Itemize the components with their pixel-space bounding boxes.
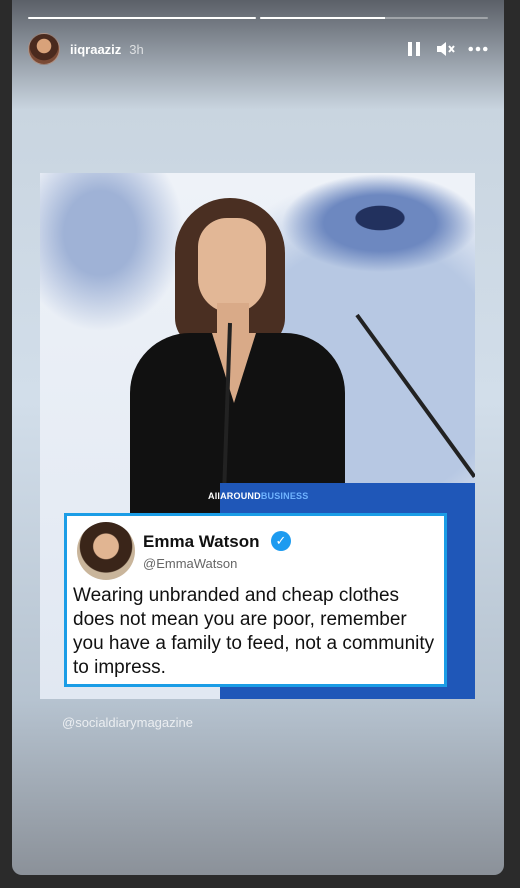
- progress-fill: [260, 17, 386, 19]
- avatar[interactable]: [28, 33, 60, 65]
- story-progress: [28, 17, 488, 19]
- tweet-avatar: [77, 522, 135, 580]
- verified-icon: ✓: [271, 531, 291, 551]
- progress-segment: [28, 17, 256, 19]
- progress-fill: [28, 17, 256, 19]
- pause-icon[interactable]: [404, 39, 424, 59]
- brand-logo: AllAROUNDBUSINESS: [208, 491, 308, 501]
- brand-part-a: AllAROUND: [208, 491, 261, 501]
- face: [198, 218, 266, 313]
- story-post-image: AllAROUNDBUSINESS Emma Watson ✓ @EmmaWat…: [40, 173, 475, 699]
- story-controls: [404, 39, 488, 59]
- tweet-text: Wearing unbranded and cheap clothes does…: [73, 585, 435, 678]
- story-viewer[interactable]: iiqraaziz 3h AllAROUNDBUSINESS Emma Wats…: [12, 0, 504, 875]
- tweet-author-name: Emma Watson: [143, 532, 260, 551]
- watermark: @socialdiarymagazine: [62, 715, 193, 730]
- username[interactable]: iiqraaziz: [70, 42, 121, 57]
- story-header: iiqraaziz 3h: [28, 32, 488, 66]
- progress-segment: [260, 17, 488, 19]
- speaker-photo: [120, 193, 350, 523]
- brand-part-b: BUSINESS: [260, 491, 309, 501]
- tweet-card: Emma Watson ✓ @EmmaWatson Wearing unbran…: [64, 513, 447, 687]
- more-icon[interactable]: [468, 39, 488, 59]
- tweet-handle: @EmmaWatson: [143, 556, 238, 571]
- timestamp: 3h: [129, 41, 144, 57]
- mute-icon[interactable]: [436, 39, 456, 59]
